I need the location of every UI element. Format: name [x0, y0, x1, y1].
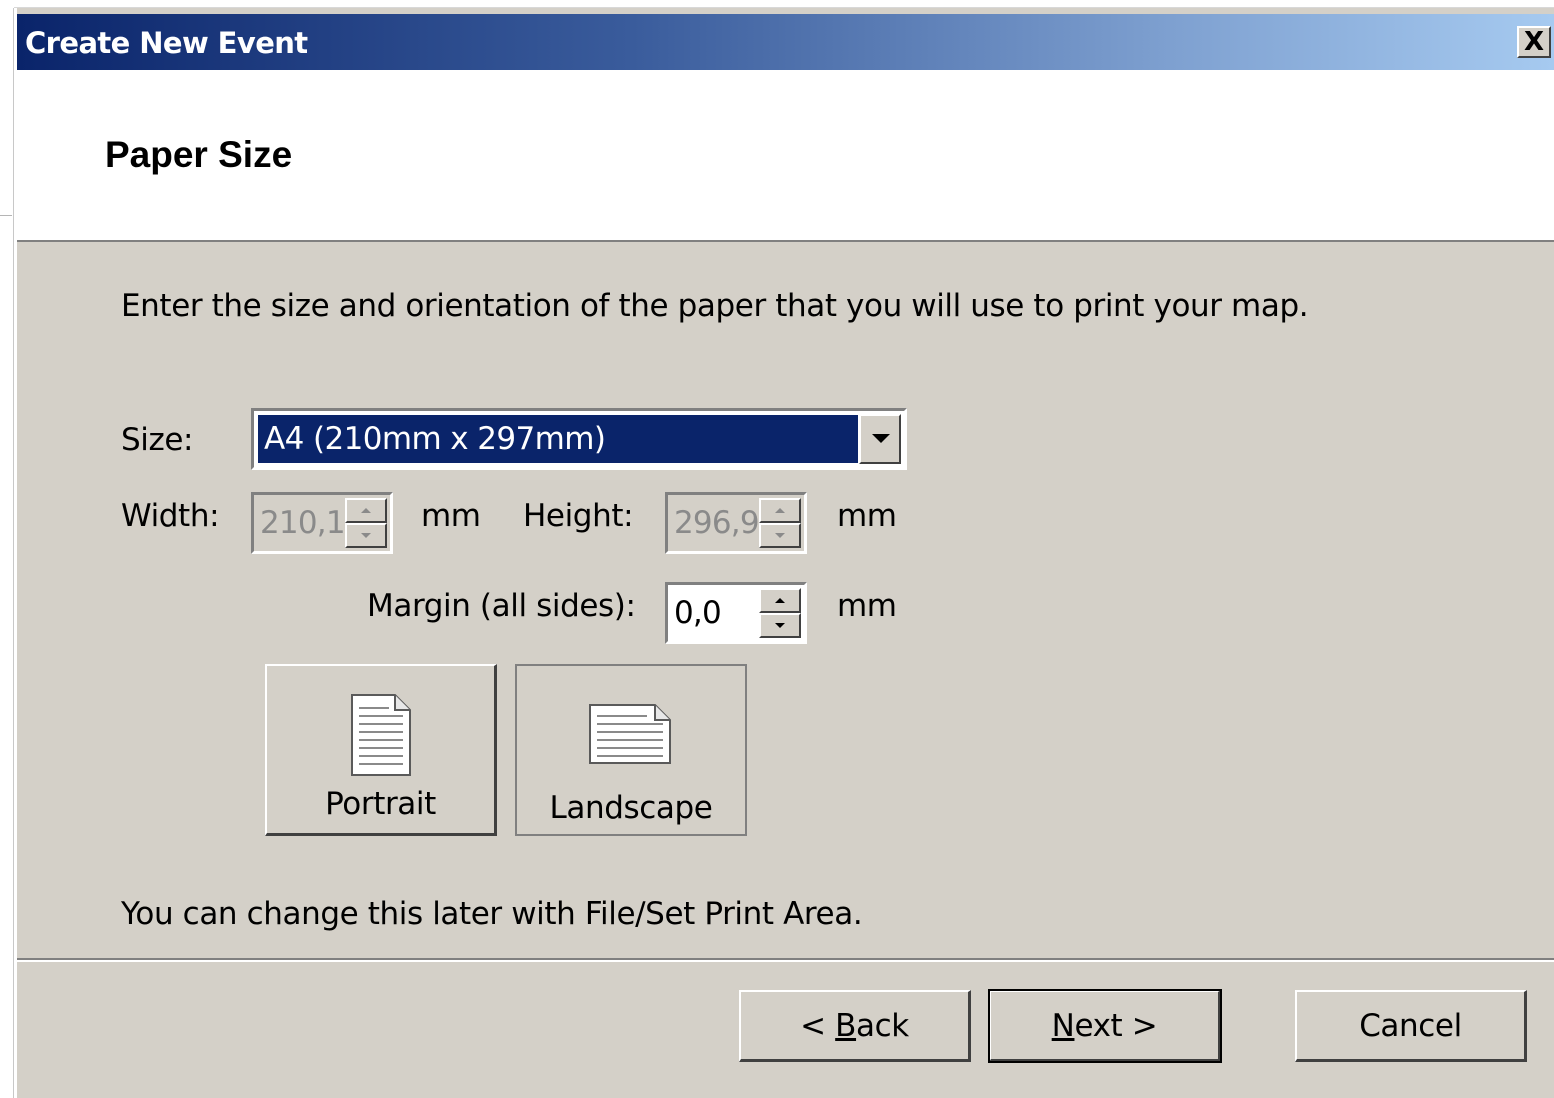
- landscape-label: Landscape: [549, 790, 713, 826]
- margin-spinner[interactable]: 0,0: [665, 582, 807, 644]
- create-new-event-dialog: Create New Event X Paper Size Enter the …: [14, 8, 1554, 1098]
- close-button[interactable]: X: [1517, 26, 1551, 58]
- cancel-button[interactable]: Cancel: [1295, 990, 1527, 1062]
- button-divider: [17, 958, 1554, 962]
- width-value: 210,1: [260, 505, 346, 541]
- close-icon: X: [1523, 27, 1545, 57]
- back-button-label: < Back: [800, 1007, 909, 1044]
- page-title: Paper Size: [105, 134, 293, 175]
- margin-increment-button[interactable]: [759, 588, 801, 613]
- footnote-text: You can change this later with File/Set …: [121, 896, 863, 932]
- width-decrement-button[interactable]: [345, 523, 387, 548]
- landscape-button[interactable]: Landscape: [515, 664, 747, 836]
- height-decrement-button[interactable]: [759, 523, 801, 548]
- chevron-down-icon[interactable]: [859, 414, 901, 464]
- portrait-label: Portrait: [325, 786, 436, 822]
- height-label: Height:: [523, 498, 634, 534]
- wizard-header: Paper Size: [17, 70, 1554, 242]
- cancel-button-label: Cancel: [1359, 1007, 1462, 1044]
- size-dropdown-value: A4 (210mm x 297mm): [258, 415, 858, 463]
- portrait-page-icon: [351, 694, 411, 776]
- width-unit: mm: [421, 498, 481, 534]
- width-spinner[interactable]: 210,1: [251, 492, 393, 554]
- height-unit: mm: [837, 498, 897, 534]
- size-dropdown[interactable]: A4 (210mm x 297mm): [251, 408, 907, 470]
- height-value: 296,9: [674, 505, 760, 541]
- next-button-label: Next >: [1051, 1007, 1158, 1044]
- instructions-text: Enter the size and orientation of the pa…: [121, 288, 1309, 324]
- back-button[interactable]: < Back: [739, 990, 971, 1062]
- height-spinner[interactable]: 296,9: [665, 492, 807, 554]
- margin-unit: mm: [837, 588, 897, 624]
- window-title: Create New Event: [25, 26, 308, 60]
- height-increment-button[interactable]: [759, 498, 801, 523]
- width-increment-button[interactable]: [345, 498, 387, 523]
- width-label: Width:: [121, 498, 220, 534]
- landscape-page-icon: [589, 704, 671, 764]
- margin-value[interactable]: 0,0: [674, 595, 722, 631]
- margin-label: Margin (all sides):: [367, 588, 636, 624]
- size-label: Size:: [121, 422, 194, 458]
- next-button[interactable]: Next >: [988, 989, 1222, 1063]
- margin-decrement-button[interactable]: [759, 613, 801, 638]
- portrait-button[interactable]: Portrait: [265, 664, 497, 836]
- background-window-edge: [0, 0, 14, 1098]
- title-bar: Create New Event X: [17, 14, 1554, 70]
